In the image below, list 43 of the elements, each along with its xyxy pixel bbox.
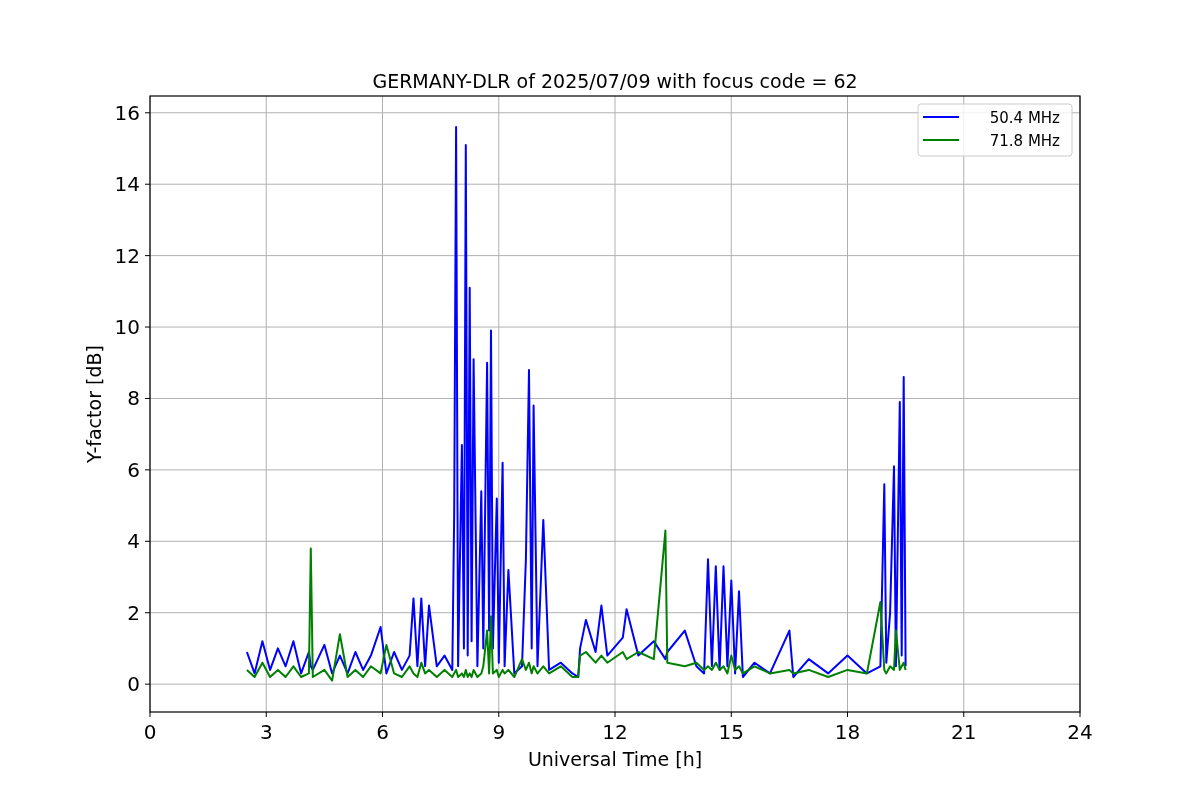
y-tick-label: 0 bbox=[127, 672, 140, 697]
tick-mark bbox=[144, 397, 151, 399]
legend-line bbox=[922, 116, 960, 118]
tick-mark bbox=[144, 255, 151, 257]
x-tick-label: 12 bbox=[602, 720, 628, 744]
x-tick-label: 21 bbox=[951, 720, 977, 744]
x-tick-label: 24 bbox=[1067, 720, 1093, 744]
tick-mark bbox=[144, 612, 151, 614]
x-tick-label: 3 bbox=[259, 720, 273, 744]
tick-mark bbox=[149, 711, 151, 718]
tick-mark bbox=[144, 469, 151, 471]
y-tick-label: 8 bbox=[127, 386, 140, 411]
tick-mark bbox=[1079, 711, 1081, 718]
tick-mark bbox=[144, 326, 151, 328]
tick-mark bbox=[963, 711, 965, 718]
tick-mark bbox=[847, 711, 848, 718]
tick-mark bbox=[730, 711, 732, 718]
tick-mark bbox=[265, 711, 267, 718]
x-tick-label: 6 bbox=[376, 720, 389, 744]
legend-line bbox=[922, 139, 960, 141]
x-axis-label: Universal Time [h] bbox=[527, 748, 703, 770]
y-tick-label: 12 bbox=[114, 243, 140, 268]
y-tick-label: 14 bbox=[114, 172, 140, 197]
x-tick-label: 0 bbox=[143, 720, 157, 744]
y-tick-label: 10 bbox=[114, 315, 140, 340]
tick-mark bbox=[144, 540, 151, 542]
x-tick-label: 15 bbox=[718, 720, 744, 744]
tick-mark bbox=[144, 683, 151, 685]
tick-mark bbox=[498, 711, 500, 718]
y-tick-label: 2 bbox=[127, 600, 140, 625]
tick-mark bbox=[382, 711, 383, 718]
tick-mark bbox=[144, 183, 151, 185]
legend-label: 71.8 MHz bbox=[989, 132, 1060, 150]
chart-title: GERMANY-DLR of 2025/07/09 with focus code = 62 bbox=[372, 70, 858, 92]
tick-mark bbox=[614, 711, 616, 718]
legend-label: 50.4 MHz bbox=[989, 109, 1060, 127]
y-tick-label: 6 bbox=[127, 457, 140, 482]
tick-mark bbox=[144, 112, 151, 114]
y-tick-label: 16 bbox=[114, 100, 140, 125]
x-tick-label: 18 bbox=[834, 720, 861, 744]
x-tick-label: 9 bbox=[492, 720, 506, 744]
y-tick-label: 4 bbox=[127, 529, 140, 554]
y-axis-label: Y-factor [dB] bbox=[83, 345, 105, 463]
